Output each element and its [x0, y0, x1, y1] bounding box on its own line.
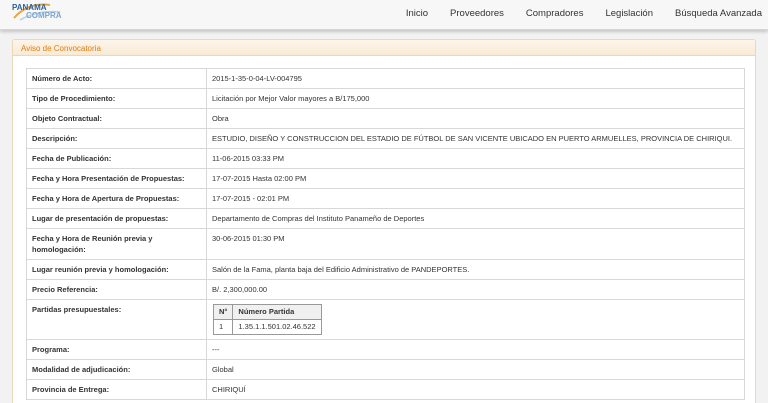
field-label: Lugar reunión previa y homologación: — [26, 259, 207, 280]
field-value: --- — [206, 339, 745, 360]
table-row: Fecha de Publicación: 11-06-2015 03:33 P… — [26, 148, 745, 169]
field-label: Precio Referencia: — [26, 279, 207, 300]
partidas-header-row: N° Número Partida — [212, 304, 322, 320]
table-row: Tipo de Procedimiento: Licitación por Me… — [26, 88, 745, 109]
partidas-cell: N° Número Partida 1 1.35.1.1.501.02.46.5… — [206, 299, 745, 340]
table-row: Objeto Contractual: Obra — [26, 108, 745, 129]
field-label: Lugar de presentación de propuestas: — [26, 208, 207, 229]
field-label: Programa: — [26, 339, 207, 360]
table-row: Modalidad de adjudicación: Global — [26, 359, 745, 380]
partidas-table: N° Número Partida 1 1.35.1.1.501.02.46.5… — [212, 304, 322, 335]
partidas-header-number: N° — [212, 304, 234, 320]
field-value: Salón de la Fama, planta baja del Edific… — [206, 259, 745, 280]
nav-compradores[interactable]: Compradores — [526, 8, 584, 19]
table-row: Precio Referencia: B/. 2,300,000.00 — [26, 279, 745, 300]
table-row: Lugar reunión previa y homologación: Sal… — [26, 259, 745, 280]
field-label: Partidas presupuestales: — [26, 299, 207, 340]
field-value: Departamento de Compras del Instituto Pa… — [206, 208, 745, 229]
table-row: Fecha y Hora de Apertura de Propuestas: … — [26, 188, 745, 209]
field-label: Fecha y Hora de Reunión previa y homolog… — [26, 228, 207, 260]
table-row: Fecha y Hora Presentación de Propuestas:… — [26, 168, 745, 189]
field-label: Fecha de Publicación: — [26, 148, 207, 169]
table-row: Fecha y Hora de Reunión previa y homolog… — [26, 228, 745, 260]
nav-legislacion[interactable]: Legislación — [605, 8, 653, 19]
table-row: Descripción: ESTUDIO, DISEÑO Y CONSTRUCC… — [26, 128, 745, 149]
table-row: Provincia de Entrega: CHIRIQUÍ — [26, 379, 745, 400]
field-value: CHIRIQUÍ — [206, 379, 745, 400]
partidas-value: 1.35.1.1.501.02.46.522 — [232, 319, 322, 335]
field-label: Modalidad de adjudicación: — [26, 359, 207, 380]
nav-busqueda-avanzada[interactable]: Búsqueda Avanzada — [675, 8, 762, 19]
table-row: Número de Acto: 2015-1-35-0-04-LV-004795 — [26, 68, 745, 89]
table-row: Programa: --- — [26, 339, 745, 360]
top-navigation-bar: PANAMA COMPRA Inicio Proveedores Comprad… — [0, 0, 768, 30]
field-value: Global — [206, 359, 745, 380]
main-nav: Inicio Proveedores Compradores Legislaci… — [384, 8, 762, 19]
field-value: 17-07-2015 Hasta 02:00 PM — [206, 168, 745, 189]
field-value: 11-06-2015 03:33 PM — [206, 148, 745, 169]
field-label: Fecha y Hora Presentación de Propuestas: — [26, 168, 207, 189]
partidas-row: 1 1.35.1.1.501.02.46.522 — [212, 319, 322, 335]
partidas-number: 1 — [212, 319, 234, 335]
field-value: 2015-1-35-0-04-LV-004795 — [206, 68, 745, 89]
field-label: Tipo de Procedimiento: — [26, 88, 207, 109]
field-label: Número de Acto: — [26, 68, 207, 89]
field-value: Licitación por Mejor Valor mayores a B/1… — [206, 88, 745, 109]
table-row: Lugar de presentación de propuestas: Dep… — [26, 208, 745, 229]
field-value: B/. 2,300,000.00 — [206, 279, 745, 300]
field-value: 30-06-2015 01:30 PM — [206, 228, 745, 260]
aviso-details-table: Número de Acto: 2015-1-35-0-04-LV-004795… — [26, 68, 745, 400]
nav-proveedores[interactable]: Proveedores — [450, 8, 504, 19]
field-value: ESTUDIO, DISEÑO Y CONSTRUCCION DEL ESTAD… — [206, 128, 745, 149]
table-row: Partidas presupuestales: N° Número Parti… — [26, 299, 745, 340]
panel-title: Aviso de Convocatoria — [13, 40, 755, 56]
svg-text:COMPRA: COMPRA — [26, 11, 62, 20]
field-value: Obra — [206, 108, 745, 129]
field-label: Fecha y Hora de Apertura de Propuestas: — [26, 188, 207, 209]
partidas-header-partida: Número Partida — [232, 304, 322, 320]
field-label: Objeto Contractual: — [26, 108, 207, 129]
aviso-panel: Aviso de Convocatoria Número de Acto: 20… — [12, 39, 756, 403]
field-label: Provincia de Entrega: — [26, 379, 207, 400]
panamacompra-logo[interactable]: PANAMA COMPRA — [10, 0, 70, 24]
nav-inicio[interactable]: Inicio — [406, 8, 428, 19]
field-label: Descripción: — [26, 128, 207, 149]
field-value: 17-07-2015 - 02:01 PM — [206, 188, 745, 209]
